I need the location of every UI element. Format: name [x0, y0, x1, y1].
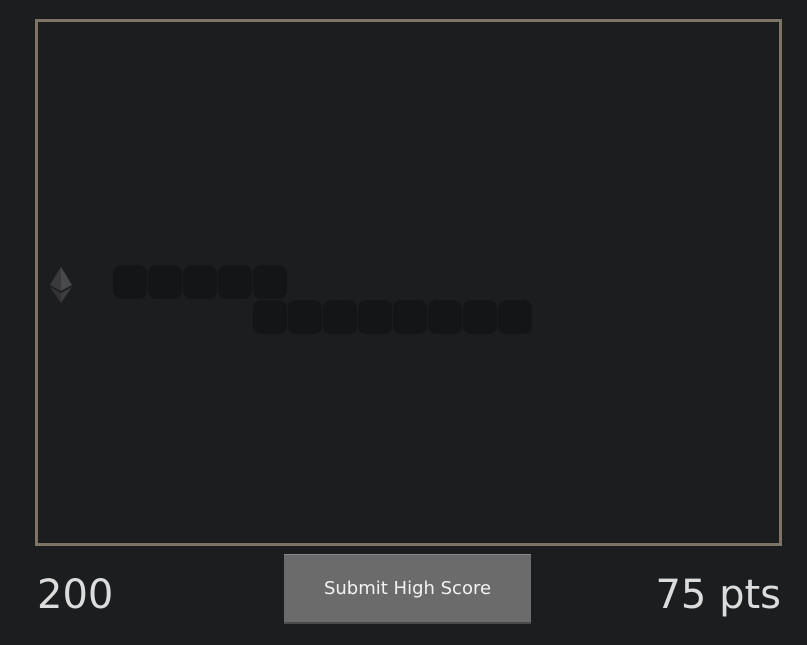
snake-segment	[218, 265, 252, 299]
snake-head	[498, 300, 532, 334]
snake-tail	[113, 265, 147, 299]
game-board[interactable]	[35, 19, 782, 546]
snake-segment	[253, 300, 287, 334]
ethereum-icon	[50, 267, 72, 303]
snake-segment	[428, 300, 462, 334]
snake-segment	[288, 300, 322, 334]
points-label: 75 pts	[655, 572, 781, 618]
submit-high-score-button[interactable]: Submit High Score	[284, 554, 531, 622]
snake-segment	[393, 300, 427, 334]
snake-segment	[253, 265, 287, 299]
snake-segment	[358, 300, 392, 334]
snake-segment	[463, 300, 497, 334]
snake-segment	[323, 300, 357, 334]
score-value: 200	[37, 572, 114, 618]
snake-segment	[183, 265, 217, 299]
snake-segment	[148, 265, 182, 299]
